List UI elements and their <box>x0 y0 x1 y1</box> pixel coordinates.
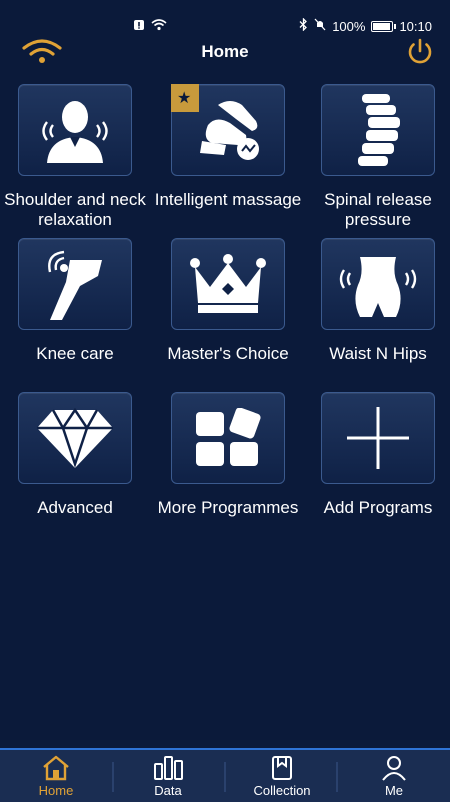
tile-waist-hips[interactable]: Waist N Hips <box>303 238 450 364</box>
nav-label: Me <box>384 783 404 798</box>
battery-icon <box>371 20 397 32</box>
tile-label: Intelligent massage <box>154 190 302 209</box>
tile-label: Spinal release pressure <box>324 190 432 229</box>
nav-me[interactable]: Me <box>338 750 450 802</box>
nav-label: Data <box>154 783 182 798</box>
home-icon <box>43 755 69 781</box>
bluetooth-icon <box>299 17 308 34</box>
tile-label: Add Programs <box>323 498 433 517</box>
nav-data[interactable]: Data <box>112 750 224 802</box>
person-icon <box>382 756 406 781</box>
diamond-icon <box>37 407 113 468</box>
waist-hips-icon <box>339 257 417 317</box>
tile-label: Knee care <box>36 344 114 363</box>
tile-label: Shoulder and neck relaxation <box>4 190 146 229</box>
spine-icon <box>358 94 400 166</box>
tile-label: Master's Choice <box>167 344 289 363</box>
tile-intelligent-massage[interactable]: ★ Intelligent massage <box>153 84 303 210</box>
more-programs-icon <box>196 408 261 466</box>
tile-more-programmes[interactable]: More Programmes <box>153 392 303 518</box>
collection-icon <box>272 756 292 780</box>
tile-knee-care[interactable]: Knee care <box>0 238 150 364</box>
shoulder-neck-icon <box>42 101 108 163</box>
tile-label: Advanced <box>37 498 113 517</box>
nav-collection[interactable]: Collection <box>226 750 338 802</box>
nav-label: Collection <box>253 783 311 798</box>
page-title: Home <box>201 42 249 61</box>
clock: 10:10 <box>399 18 432 34</box>
tile-add-programs[interactable]: Add Programs <box>303 392 450 518</box>
bottom-nav: Home Data Collection Me <box>0 748 450 802</box>
status-bar: 100% 10:10 <box>0 0 450 40</box>
nav-home[interactable]: Home <box>0 750 112 802</box>
mute-bell-icon <box>314 18 326 34</box>
star-badge-icon: ★ <box>171 84 199 112</box>
nav-label: Home <box>38 783 74 798</box>
top-bar: Home <box>0 36 450 68</box>
power-icon[interactable] <box>404 36 436 68</box>
plus-icon <box>347 407 409 469</box>
alert-notification-icon <box>133 18 145 36</box>
knee-icon <box>48 250 102 320</box>
tile-shoulder-neck[interactable]: Shoulder and neck relaxation <box>0 84 150 230</box>
tile-advanced[interactable]: Advanced <box>0 392 150 518</box>
wifi-status-icon <box>151 18 167 36</box>
bar-chart-icon <box>154 756 183 780</box>
battery-percent: 100% <box>332 18 366 34</box>
tile-label: Waist N Hips <box>329 344 427 363</box>
tile-label: More Programmes <box>157 498 299 517</box>
tile-spinal-release[interactable]: Spinal release pressure <box>303 84 450 230</box>
crown-icon <box>190 254 266 313</box>
tile-masters-choice[interactable]: Master's Choice <box>153 238 303 364</box>
